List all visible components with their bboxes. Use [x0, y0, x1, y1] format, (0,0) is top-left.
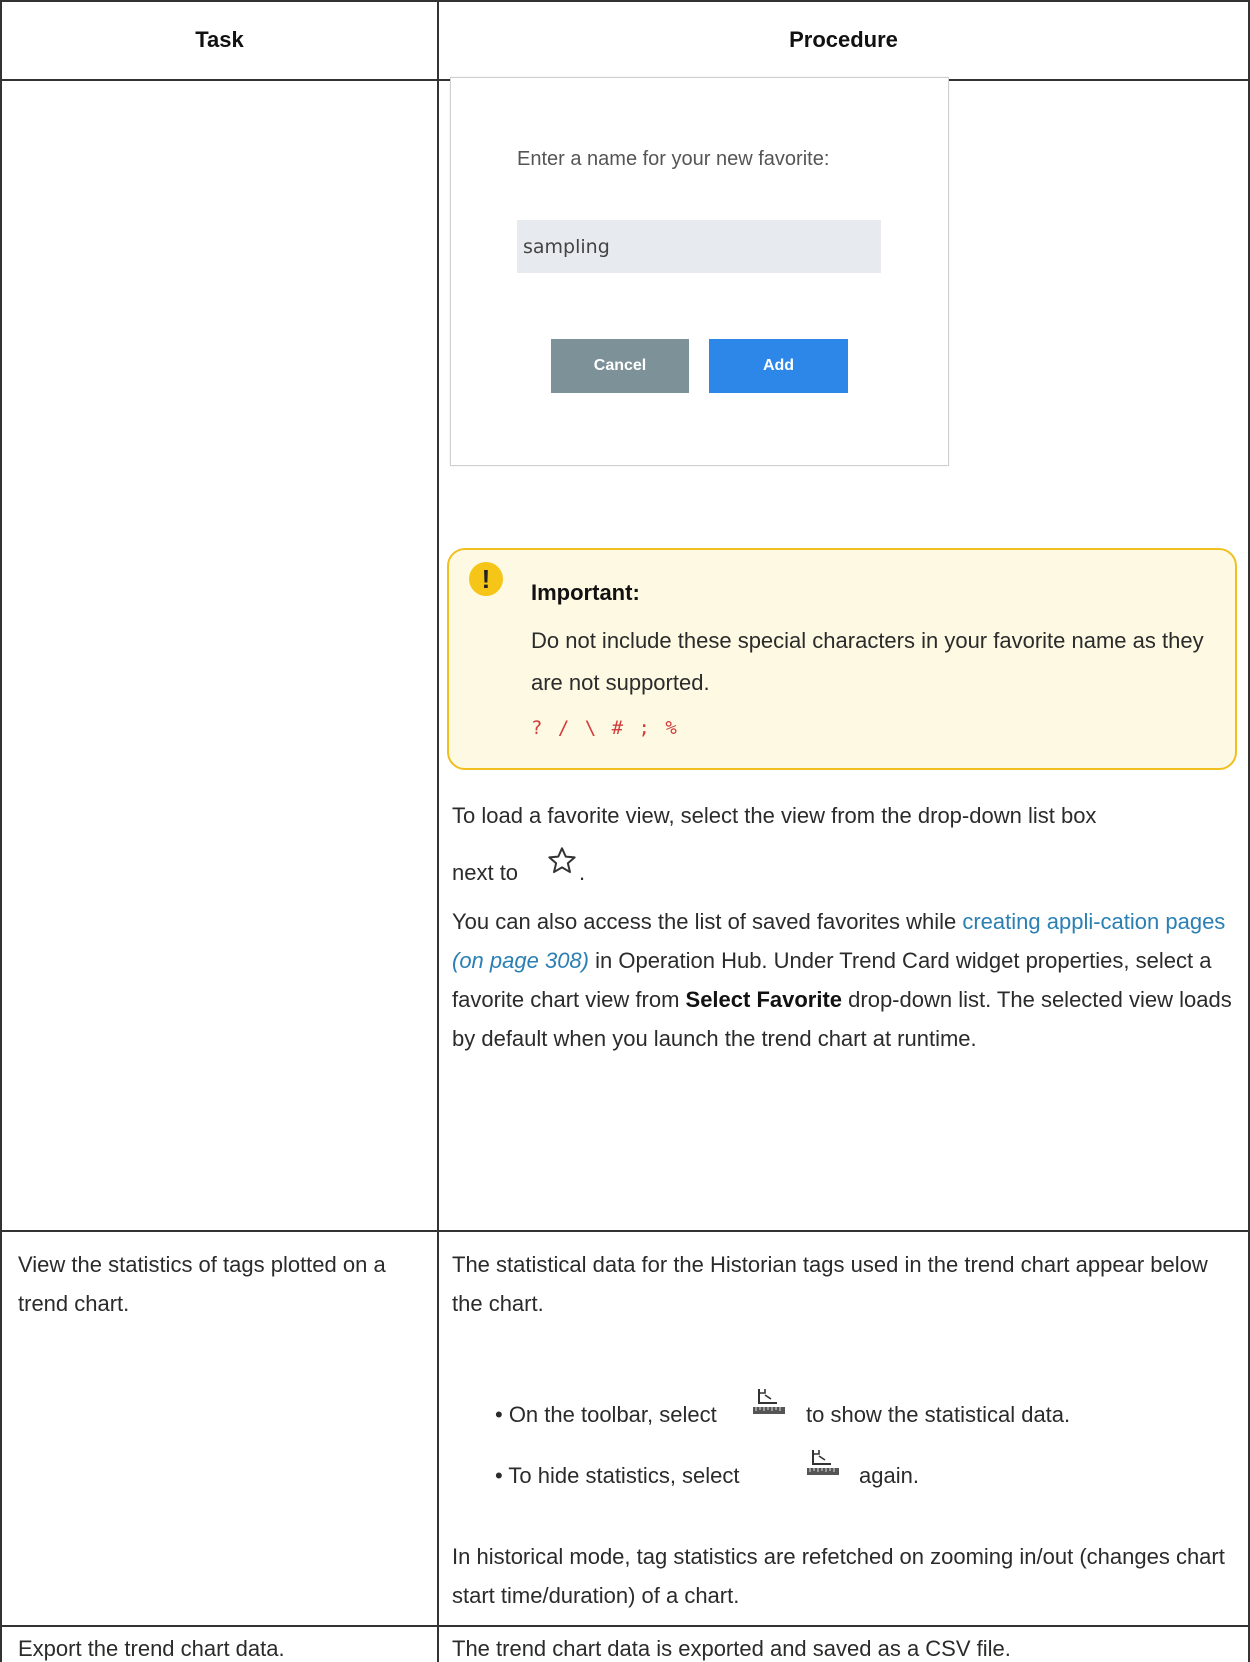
unsupported-characters: ? / \ # ; % [531, 717, 679, 739]
bullet1-pre: • On the toolbar, select [495, 1402, 717, 1427]
cancel-button[interactable]: Cancel [551, 339, 689, 393]
row3-task: Export the trend chart data. [18, 1636, 285, 1661]
important-note: ! Important: Do not include these specia… [447, 548, 1237, 770]
select-favorite-bold: Select Favorite [685, 987, 843, 1012]
row2-bottom-border [0, 1625, 1250, 1627]
exclamation-icon: ! [469, 562, 503, 596]
header-task: Task [195, 27, 244, 52]
table-left-border [0, 0, 2, 1662]
bullet2-post: again. [859, 1463, 919, 1488]
add-button[interactable]: Add [709, 339, 848, 393]
header-procedure: Procedure [789, 27, 898, 52]
row2-intro: The statistical data for the Historian t… [452, 1252, 1208, 1316]
page-reference[interactable]: (on page 308) [452, 948, 589, 973]
next-to-line: next to . [452, 845, 752, 891]
load-favorite-text: To load a favorite view, select the view… [452, 798, 1232, 834]
load-text-line2: next to [452, 860, 519, 885]
statistics-ruler-icon [753, 1389, 785, 1414]
note-title: Important: [531, 580, 640, 605]
favorite-name-input[interactable] [517, 220, 881, 273]
load-text-line1: To load a favorite view, select the view… [452, 803, 1097, 828]
star-outline-icon [548, 847, 576, 874]
bullet-show-statistics: • On the toolbar, select to show the sta… [495, 1385, 1235, 1431]
bullet2-pre: • To hide statistics, select [495, 1463, 740, 1488]
statistics-ruler-icon [807, 1450, 839, 1475]
row1-bottom-border [0, 1230, 1250, 1232]
row3-procedure: The trend chart data is exported and sav… [452, 1636, 1011, 1661]
bullet-hide-statistics: • To hide statistics, select again. [495, 1446, 1235, 1492]
access-pre: You can also access the list of saved fa… [452, 909, 963, 934]
row2-task: View the statistics of tags plotted on a… [18, 1252, 386, 1316]
load-text-line2-end: . [579, 860, 586, 885]
creating-application-pages-link[interactable]: creating appli-cation pages [962, 909, 1225, 934]
access-favorites-paragraph: You can also access the list of saved fa… [452, 902, 1232, 1058]
bullet1-post: to show the statistical data. [806, 1402, 1071, 1427]
new-favorite-dialog: Enter a name for your new favorite: Canc… [450, 77, 949, 466]
historical-mode-text: In historical mode, tag statistics are r… [452, 1544, 1225, 1608]
note-body: Do not include these special characters … [531, 628, 1204, 695]
dialog-prompt: Enter a name for your new favorite: [517, 148, 830, 170]
column-divider [437, 0, 439, 1662]
